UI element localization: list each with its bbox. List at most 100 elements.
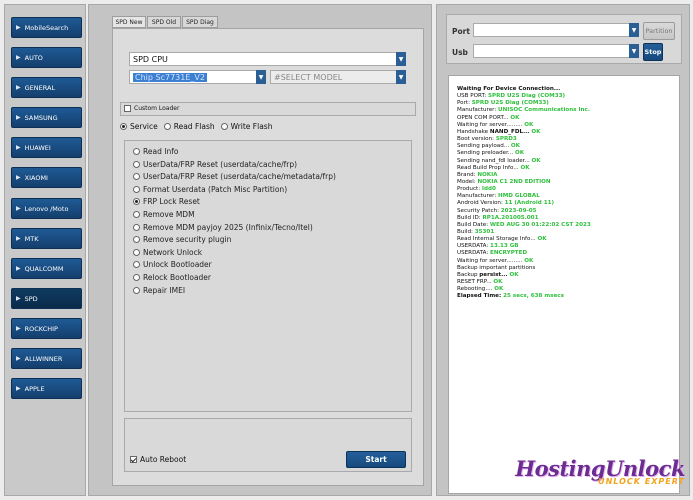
sidebar-item-samsung[interactable]: ▶ SAMSUNG <box>11 107 82 128</box>
sidebar-item-mobilesearch[interactable]: ▶ MobileSearch <box>11 17 82 38</box>
operation-userdata-frp-reset[interactable]: UserData/FRP Reset (userdata/cache/frp) <box>133 160 297 169</box>
log-line: Backup important partitions <box>457 265 535 272</box>
usb-select[interactable]: ▼ <box>473 44 639 58</box>
chip-select[interactable]: Chip Sc7731E_V2 ▼ <box>129 70 266 84</box>
chevron-down-icon[interactable]: ▼ <box>256 70 266 84</box>
operation-label: Network Unlock <box>143 247 203 257</box>
log-line-text: Read Internal Storage Info... <box>457 236 538 243</box>
operation-relock-bootloader[interactable]: Relock Bootloader <box>133 273 211 282</box>
log-line-value: 35301 <box>474 229 495 235</box>
operation-radio[interactable] <box>133 148 140 155</box>
sidebar-item-label: ALLWINNER <box>24 354 63 363</box>
operation-frp-lock-reset[interactable]: FRP Lock Reset <box>133 197 200 206</box>
start-button[interactable]: Start <box>346 451 406 468</box>
chevron-down-icon[interactable]: ▼ <box>396 52 406 66</box>
operation-radio[interactable] <box>133 223 140 231</box>
operation-network-unlock[interactable]: Network Unlock <box>133 248 202 257</box>
operation-label: Format Userdata (Patch Misc Partition) <box>143 184 288 194</box>
arrow-icon: ▶ <box>16 84 21 91</box>
auto-reboot-checkbox[interactable] <box>130 456 137 463</box>
sidebar-item-apple[interactable]: ▶ APPLE <box>11 378 82 399</box>
partition-button[interactable]: Partition <box>643 22 675 40</box>
chevron-down-icon[interactable]: ▼ <box>629 23 639 37</box>
log-line: USB PORT: SPRD U2S Diag (COM33) <box>457 93 565 100</box>
tab-spd-new[interactable]: SPD New <box>112 16 146 28</box>
chevron-down-icon[interactable]: ▼ <box>396 70 406 84</box>
operation-read-info[interactable]: Read Info <box>133 147 178 156</box>
operation-radio[interactable] <box>133 286 140 294</box>
log-line-text: Sending payload... <box>457 143 511 150</box>
tab-spd-diag[interactable]: SPD Diag <box>182 16 218 28</box>
operation-radio[interactable] <box>133 211 140 218</box>
sidebar-item-huawei[interactable]: ▶ HUAWEI <box>11 137 82 158</box>
operations-list: Read Info UserData/FRP Reset (userdata/c… <box>124 140 412 412</box>
log-line-value: OK <box>493 279 503 286</box>
sidebar-item-label: HUAWEI <box>24 143 51 152</box>
sidebar-item-xiaomi[interactable]: ▶ XIAOMI <box>11 167 82 188</box>
operation-format-userdata[interactable]: Format Userdata (Patch Misc Partition) <box>133 185 287 194</box>
operation-remove-security-plugin[interactable]: Remove security plugin <box>133 235 231 244</box>
chevron-down-icon[interactable]: ▼ <box>629 44 639 58</box>
log-line: Build: 35301 <box>457 229 494 236</box>
log-line: Waiting for server......... OK <box>457 122 533 129</box>
log-line-detail: persist... <box>479 271 510 278</box>
stop-button[interactable]: Stop <box>643 43 663 61</box>
operation-label: Remove security plugin <box>143 235 232 245</box>
log-line-text: Read Build Prop Info... <box>457 164 521 171</box>
operation-radio[interactable] <box>133 173 140 181</box>
operation-unlock-bootloader[interactable]: Unlock Bootloader <box>133 260 212 269</box>
operation-remove-mdm[interactable]: Remove MDM <box>133 210 195 219</box>
operation-radio[interactable] <box>133 261 140 269</box>
watermark-logo: HostingUnlock UNLOCK EXPERT <box>480 456 685 496</box>
log-line: Sending payload... OK <box>457 143 520 150</box>
operation-radio[interactable] <box>133 236 140 244</box>
log-line: USERDATA: ENCRYPTED <box>457 250 527 257</box>
operation-radio[interactable] <box>133 274 140 281</box>
mode-service-label: Service <box>130 122 158 131</box>
log-line-value: UNISOC Communications Inc. <box>498 107 590 114</box>
sidebar-item-auto[interactable]: ▶ AUTO <box>11 47 82 68</box>
mode-read-flash-radio[interactable] <box>163 123 171 130</box>
tab-spd-old[interactable]: SPD Old <box>147 16 181 28</box>
operation-label: UserData/FRP Reset (userdata/cache/metad… <box>143 172 336 182</box>
cpu-select[interactable]: SPD CPU ▼ <box>129 52 406 66</box>
log-line-value: ENCRYPTED <box>490 250 528 257</box>
log-line-text: Build Date: <box>457 221 490 228</box>
sidebar-item-rockchip[interactable]: ▶ ROCKCHIP <box>11 318 82 339</box>
port-select[interactable]: ▼ <box>473 23 639 37</box>
usb-label: Usb <box>452 48 468 57</box>
sidebar-item-qualcomm[interactable]: ▶ QUALCOMM <box>11 258 82 279</box>
operation-radio[interactable] <box>133 198 140 206</box>
log-line-text: USERDATA: <box>457 250 491 257</box>
log-line-value: 2023-09-05 <box>500 207 537 214</box>
log-line: Waiting For Device Connection... <box>457 86 560 93</box>
log-line-text: Backup important partitions <box>457 264 536 271</box>
auto-reboot-label: Auto Reboot <box>140 455 187 464</box>
custom-loader-checkbox[interactable] <box>124 105 131 112</box>
mode-write-flash-radio[interactable] <box>220 123 228 130</box>
sidebar-item-spd[interactable]: ▶ SPD <box>11 288 82 309</box>
sidebar-item-allwinner[interactable]: ▶ ALLWINNER <box>11 348 82 369</box>
model-select[interactable]: #SELECT MODEL ▼ <box>270 70 406 84</box>
log-line: Security Patch: 2023-09-05 <box>457 208 537 215</box>
operation-remove-mdm-payjoy[interactable]: Remove MDM payjoy 2025 (Infinix/Tecno/It… <box>133 223 313 232</box>
log-line-text: Sending preloader... <box>457 150 515 157</box>
sidebar-item-mtk[interactable]: ▶ MTK <box>11 228 82 249</box>
log-line-text: Waiting for server......... <box>457 257 525 264</box>
mode-service-radio[interactable] <box>120 123 127 130</box>
log-line: Port: SPRD U2S Diag (COM33) <box>457 100 549 107</box>
operation-radio[interactable] <box>133 160 140 168</box>
sidebar-item-lenovo-moto[interactable]: ▶ Lenovo /Moto <box>11 198 82 219</box>
operation-radio[interactable] <box>133 185 140 193</box>
operation-label: Remove MDM payjoy 2025 (Infinix/Tecno/It… <box>143 222 313 232</box>
log-line-value: 11 (Android 11) <box>504 200 555 207</box>
operation-userdata-frp-reset-metadata[interactable]: UserData/FRP Reset (userdata/cache/metad… <box>133 172 336 181</box>
log-line: Manufacturer: UNISOC Communications Inc. <box>457 107 590 114</box>
log-line-value: OK <box>524 121 534 128</box>
sidebar-item-general[interactable]: ▶ GENERAL <box>11 77 82 98</box>
operation-repair-imei[interactable]: Repair IMEI <box>133 286 185 295</box>
operation-radio[interactable] <box>133 248 140 256</box>
arrow-icon: ▶ <box>16 385 21 392</box>
operation-label: UserData/FRP Reset (userdata/cache/frp) <box>143 159 298 169</box>
log-line: Build Date: WED AUG 30 01:22:02 CST 2023 <box>457 222 591 229</box>
